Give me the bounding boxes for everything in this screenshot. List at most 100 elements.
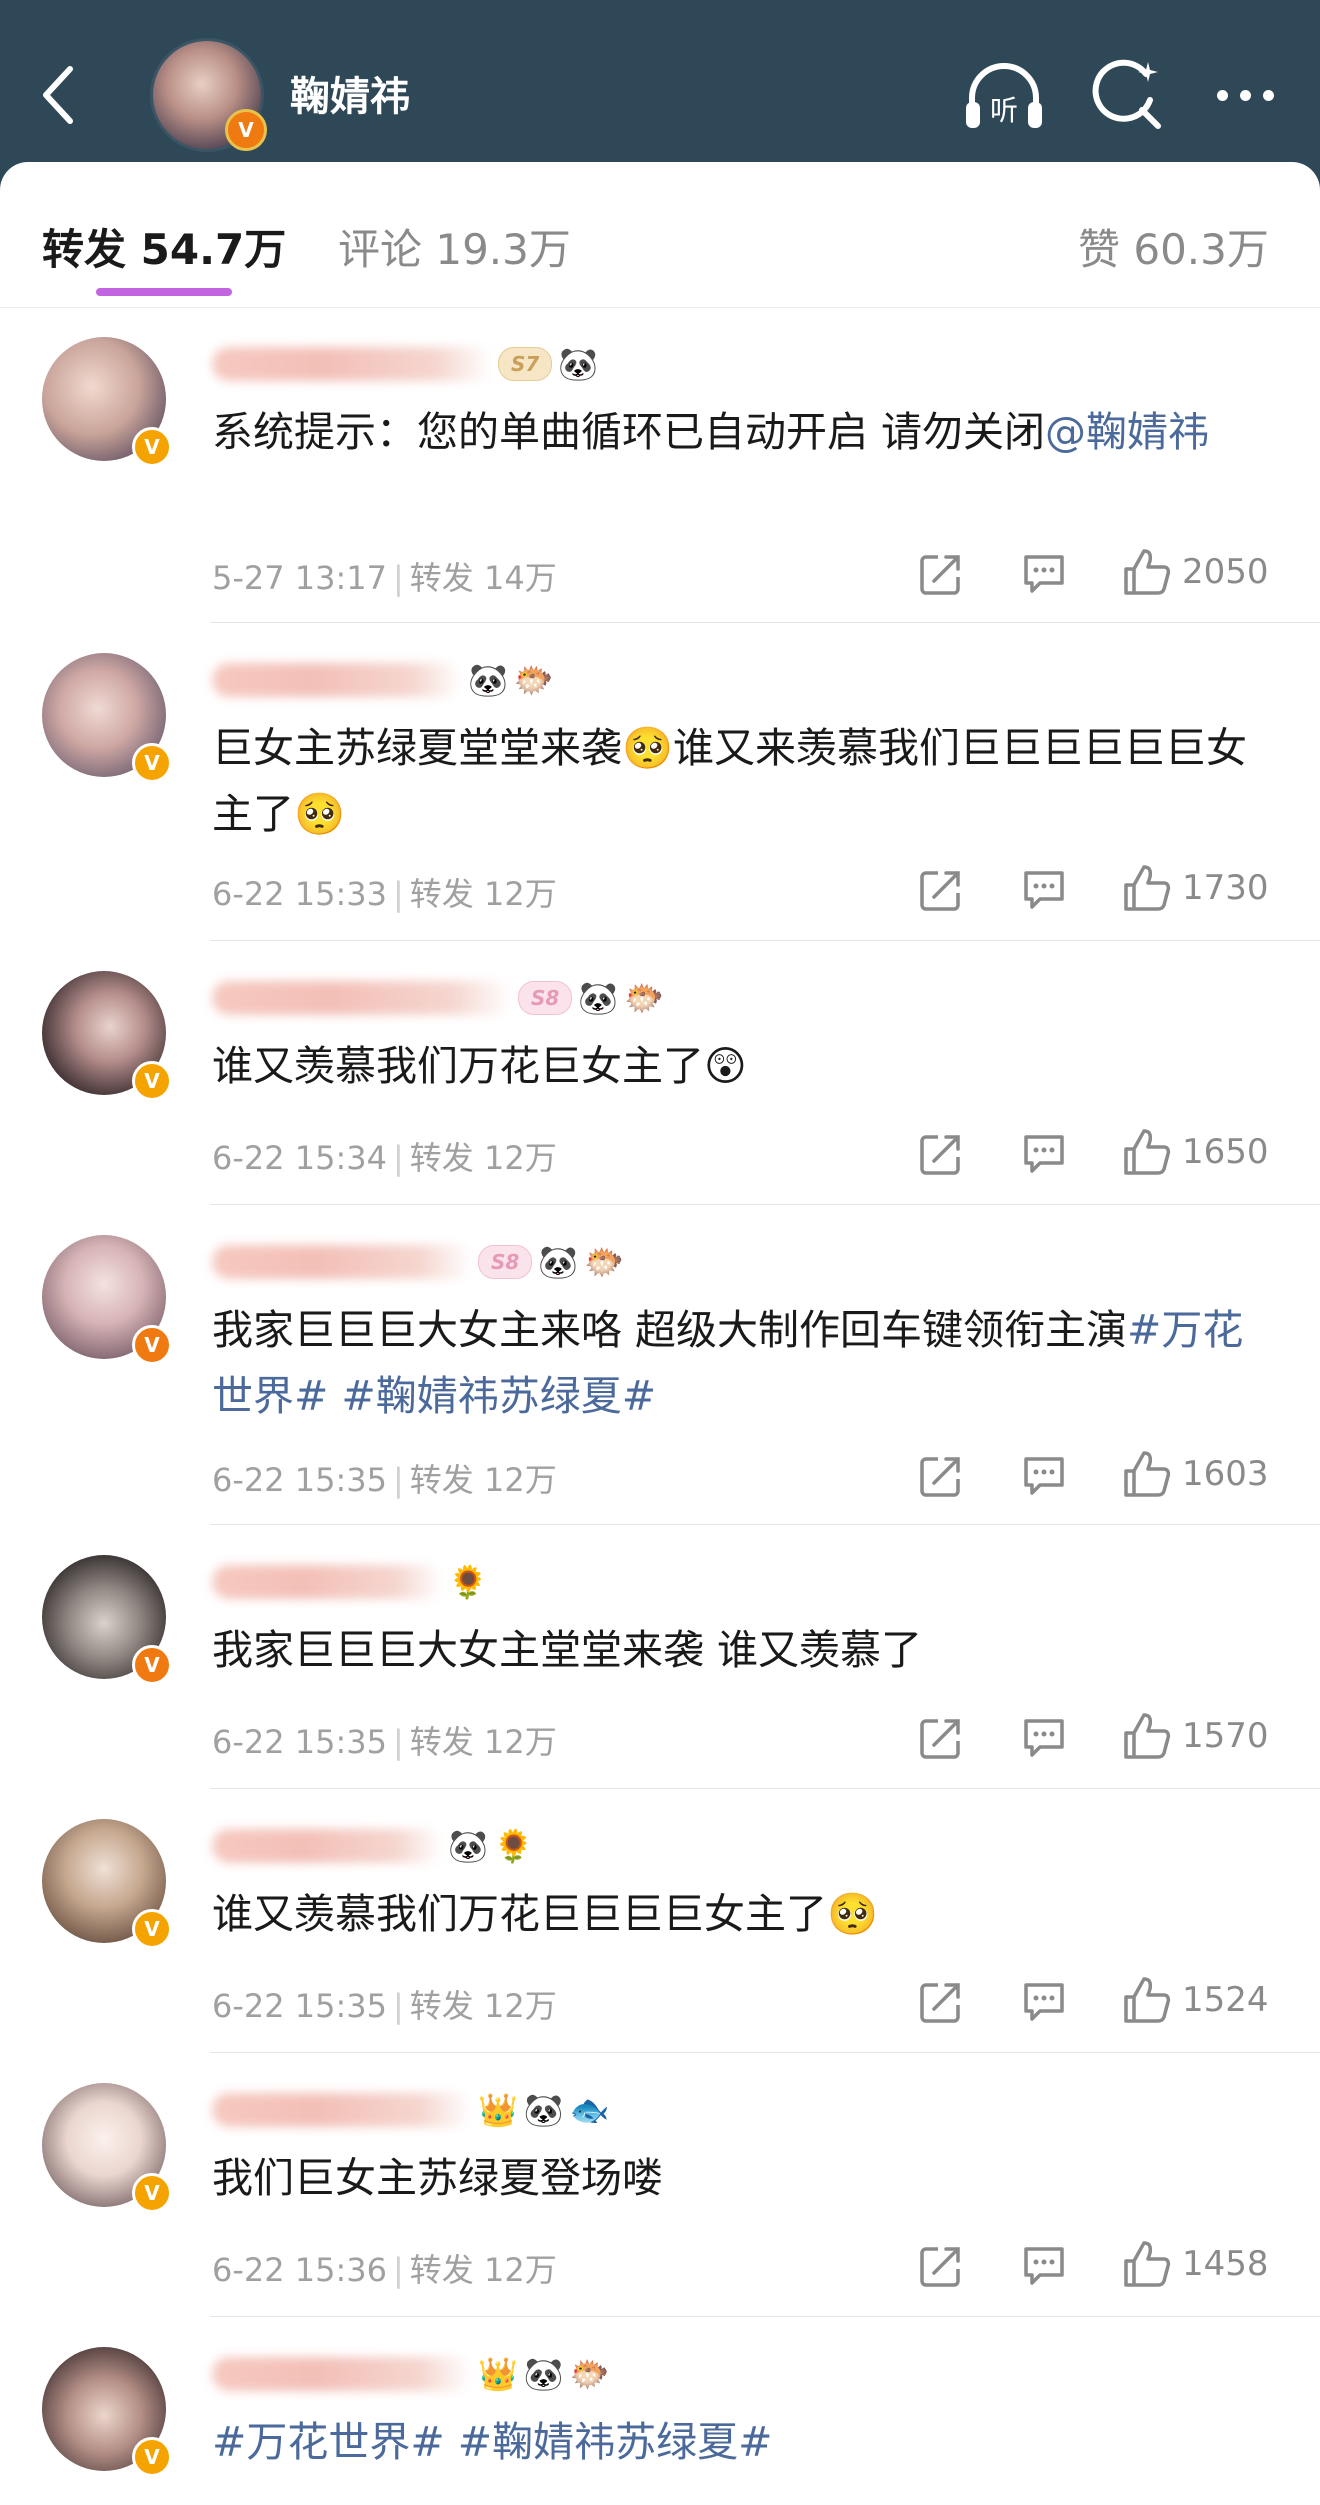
content-text: 谁又羡慕我们万花巨巨巨巨女主了🥺: [212, 1890, 879, 1938]
avatar[interactable]: V: [42, 2347, 172, 2477]
share-button[interactable]: [918, 1713, 964, 1763]
repost-count: 转发 12万: [409, 2251, 557, 2289]
comment-icon: [1024, 1135, 1064, 1173]
repost-content: 我们巨女主苏绿夏登场喽: [212, 2145, 1282, 2211]
repost-count: 转发 12万: [409, 1139, 557, 1177]
list-item[interactable]: V S7 🐼 系统提示：您的单曲循环已自动开启 请勿关闭@鞠婧祎 5-27 13…: [0, 307, 1320, 623]
like-button[interactable]: 1458: [1122, 2239, 1269, 2289]
search-button[interactable]: [1088, 56, 1166, 134]
share-button[interactable]: [918, 1129, 964, 1179]
repost-count: 转发 12万: [409, 1723, 557, 1761]
list-item[interactable]: V 👑 🐼 🐡 #万花世界# #鞠婧祎苏绿夏#: [0, 2317, 1320, 2505]
avatar[interactable]: V: [42, 1819, 172, 1949]
listen-icon: 听: [966, 63, 1042, 128]
like-button[interactable]: 2050: [1122, 547, 1269, 597]
badge-emoji: 🐼: [468, 661, 508, 699]
meta-row: 5-27 13:17 | 转发 14万: [212, 559, 557, 597]
user-name-row[interactable]: 🐼 🌻: [212, 1821, 534, 1871]
like-button[interactable]: 1570: [1122, 1711, 1269, 1761]
badge-emoji: 🌻: [493, 1827, 534, 1865]
list-item[interactable]: V 🐼 🐡 巨女主苏绿夏堂堂来袭🥺谁又来羡慕我们巨巨巨巨巨巨女主了🥺 6-22 …: [0, 623, 1320, 941]
avatar[interactable]: V: [42, 2083, 172, 2213]
badge-emoji: 🐡: [584, 1243, 625, 1281]
like-count: 1730: [1182, 868, 1269, 908]
like-icon: [1124, 549, 1171, 595]
share-button[interactable]: [918, 549, 964, 599]
tab-like[interactable]: 赞 60.3万: [1078, 216, 1269, 277]
like-count: 1570: [1182, 1716, 1269, 1756]
comment-button[interactable]: [1020, 1129, 1068, 1179]
like-button[interactable]: 1650: [1122, 1127, 1269, 1177]
user-name-blurred: [212, 347, 492, 381]
user-name-blurred: [212, 2357, 472, 2391]
avatar[interactable]: V: [42, 971, 172, 1101]
topic-link[interactable]: #鞠婧祎苏绿夏#: [341, 1372, 656, 1420]
user-name-row[interactable]: 🌻: [212, 1557, 488, 1607]
listen-button[interactable]: 听: [962, 58, 1046, 134]
list-item[interactable]: V 👑 🐼 🐟 我们巨女主苏绿夏登场喽 6-22 15:36 | 转发 12万 14…: [0, 2053, 1320, 2317]
meta-row: 6-22 15:35 | 转发 12万: [212, 1987, 557, 2025]
like-count: 2050: [1182, 552, 1269, 592]
list-item[interactable]: V 🌻 我家巨巨巨大女主堂堂来袭 谁又羡慕了 6-22 15:35 | 转发 12万…: [0, 1525, 1320, 1789]
like-button[interactable]: 1730: [1122, 863, 1269, 913]
comment-icon: [1024, 1457, 1064, 1495]
avatar[interactable]: V: [42, 1555, 172, 1685]
list-item[interactable]: V 🐼 🌻 谁又羡慕我们万花巨巨巨巨女主了🥺 6-22 15:35 | 转发 12万…: [0, 1789, 1320, 2053]
badge-emoji: 🐡: [569, 2355, 610, 2393]
page-title[interactable]: 鞠婧祎: [290, 64, 410, 122]
user-name-row[interactable]: S8 🐼 🐡: [212, 1237, 624, 1287]
author-avatar[interactable]: V: [150, 38, 267, 152]
badge-emoji: 👑: [478, 2355, 518, 2393]
topic-link[interactable]: #万花世界#: [212, 2418, 445, 2466]
comment-button[interactable]: [1020, 2241, 1068, 2291]
more-icon: [1239, 89, 1251, 101]
back-button[interactable]: [28, 55, 88, 135]
avatar[interactable]: V: [42, 337, 172, 467]
like-button[interactable]: 1524: [1122, 1975, 1269, 2025]
user-name-blurred: [212, 663, 462, 697]
spacer-text: [328, 1372, 341, 1420]
list-item[interactable]: V S8 🐼 🐡 我家巨巨巨大女主来咯 超级大制作回车键领衔主演#万花世界# #…: [0, 1205, 1320, 1525]
repost-content: 谁又羡慕我们万花巨巨巨巨女主了🥺: [212, 1881, 1282, 1947]
user-name-row[interactable]: 👑 🐼 🐟: [212, 2085, 610, 2135]
user-name-blurred: [212, 981, 512, 1015]
badge-emoji: 🐼: [558, 345, 599, 383]
share-button[interactable]: [918, 1977, 964, 2027]
share-button[interactable]: [918, 865, 964, 915]
repost-count: 转发 12万: [409, 1987, 557, 2025]
badge-emoji: 🐼: [538, 1243, 579, 1281]
verified-badge-icon: V: [225, 109, 267, 151]
share-button[interactable]: [918, 1451, 964, 1501]
user-name-row[interactable]: 👑 🐼 🐡: [212, 2349, 610, 2399]
verified-badge-icon: V: [132, 2437, 172, 2477]
like-button[interactable]: 1603: [1122, 1449, 1269, 1499]
comment-button[interactable]: [1020, 1713, 1068, 1763]
comment-button[interactable]: [1020, 1977, 1068, 2027]
mention-link[interactable]: @鞠婧祎: [1045, 408, 1209, 456]
comment-button[interactable]: [1020, 549, 1068, 599]
more-button[interactable]: [1200, 60, 1290, 130]
repost-content: #万花世界# #鞠婧祎苏绿夏#: [212, 2409, 1282, 2475]
content-text: 谁又羡慕我们万花巨女主了😲: [212, 1042, 747, 1090]
share-icon: [920, 555, 960, 595]
share-icon: [920, 1135, 960, 1175]
comment-button[interactable]: [1020, 1451, 1068, 1501]
avatar[interactable]: V: [42, 653, 172, 783]
topic-link[interactable]: #鞠婧祎苏绿夏#: [458, 2418, 773, 2466]
user-name-blurred: [212, 1829, 442, 1863]
verified-badge-icon: V: [132, 1909, 172, 1949]
content-text: 系统提示：您的单曲循环已自动开启 请勿关闭: [212, 408, 1046, 456]
share-icon: [920, 1457, 960, 1497]
list-item[interactable]: V S8 🐼 🐡 谁又羡慕我们万花巨女主了😲 6-22 15:34 | 转发 12万…: [0, 941, 1320, 1205]
content-text: 我家巨巨巨大女主来咯 超级大制作回车键领衔主演: [212, 1306, 1128, 1354]
badge-emoji: 🐡: [513, 661, 554, 699]
tab-repost[interactable]: 转发 54.7万: [42, 216, 286, 277]
avatar[interactable]: V: [42, 1235, 172, 1365]
user-name-row[interactable]: 🐼 🐡: [212, 655, 554, 705]
user-name-row[interactable]: S7 🐼: [212, 339, 598, 389]
tab-comment[interactable]: 评论 19.3万: [338, 216, 571, 277]
share-button[interactable]: [918, 2241, 964, 2291]
comment-button[interactable]: [1020, 865, 1068, 915]
level-badge: S7: [498, 347, 553, 381]
user-name-row[interactable]: S8 🐼 🐡: [212, 973, 664, 1023]
